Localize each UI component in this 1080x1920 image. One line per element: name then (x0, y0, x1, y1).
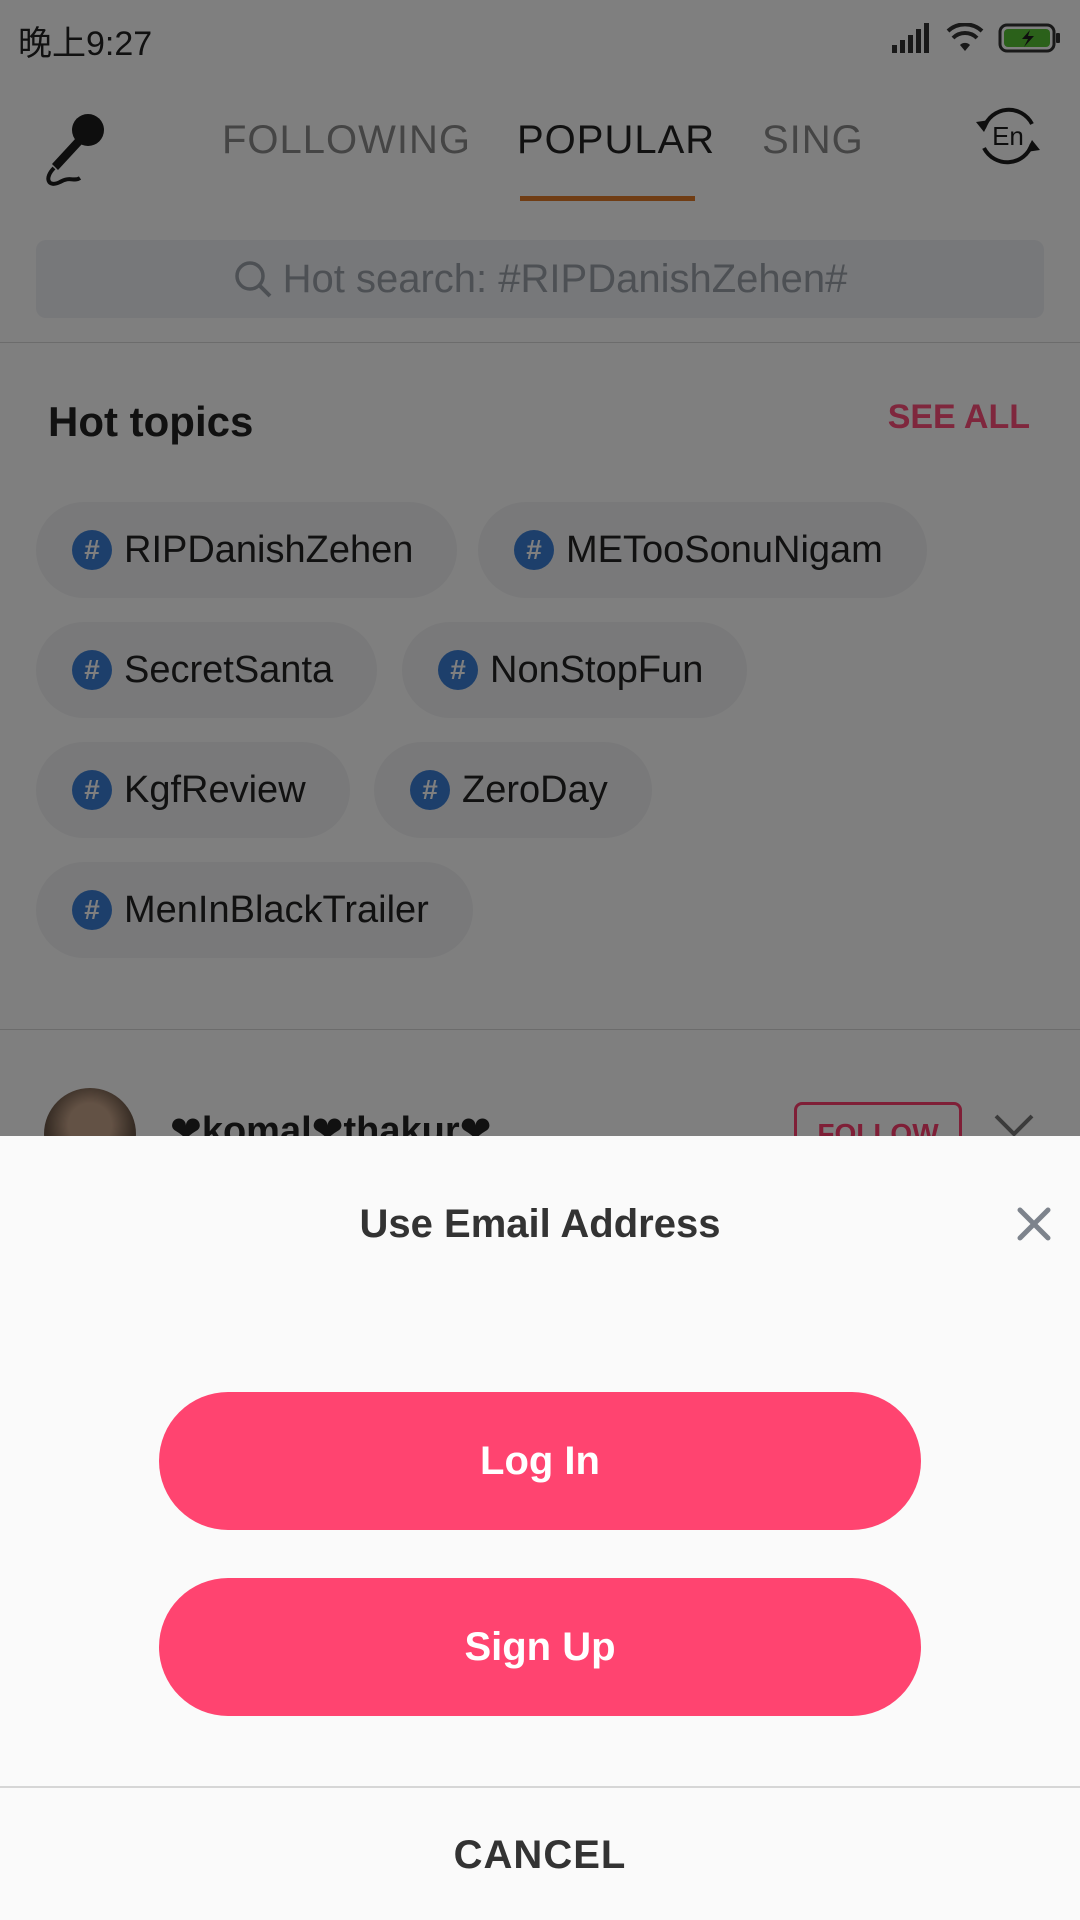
sheet-title: Use Email Address (359, 1202, 721, 1246)
signup-button[interactable]: Sign Up (159, 1578, 921, 1716)
close-icon[interactable] (1016, 1206, 1052, 1242)
cancel-button[interactable]: CANCEL (0, 1790, 1080, 1920)
email-bottom-sheet: Use Email Address Log In Sign Up CANCEL (0, 1136, 1080, 1920)
login-button[interactable]: Log In (159, 1392, 921, 1530)
divider (0, 1786, 1080, 1788)
